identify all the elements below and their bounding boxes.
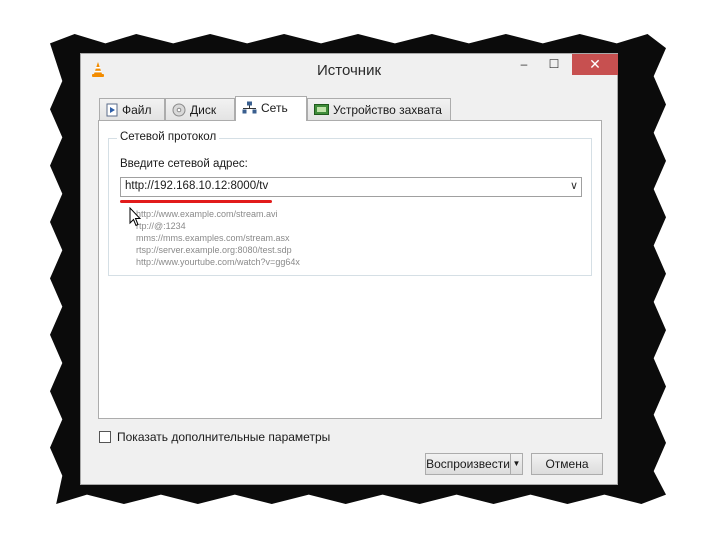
network-icon [242,101,257,114]
example-line: http://www.example.com/stream.avi [136,209,278,219]
tab-file-label: Файл [122,102,152,117]
cancel-button[interactable]: Отмена [531,453,603,475]
tab-disc-label: Диск [190,102,217,117]
tab-file[interactable]: Файл [99,98,165,120]
tab-capture-device[interactable]: Устройство захвата [307,98,451,120]
show-more-checkbox[interactable] [99,431,111,443]
mouse-pointer-icon [129,207,141,227]
tab-capture-device-label: Устройство захвата [333,102,442,117]
disc-icon [172,103,186,117]
network-address-value: http://192.168.10.12:8000/tv [125,180,269,192]
play-button[interactable]: Воспроизвести [425,453,511,475]
capture-device-icon [314,104,329,116]
group-title: Сетевой протокол [117,131,220,143]
show-more-label[interactable]: Показать дополнительные параметры [117,430,330,444]
tab-disc[interactable]: Диск [165,98,235,120]
network-panel: Сетевой протокол Введите сетевой адрес: … [98,120,602,419]
example-line: http://www.yourtube.com/watch?v=gg64x [136,257,300,267]
minimize-button[interactable]: – [511,54,537,75]
maximize-button[interactable]: ☐ [541,54,567,75]
example-line: rtp://@:1234 [136,221,186,231]
close-button[interactable]: ✕ [572,54,618,75]
network-protocol-group: Сетевой протокол Введите сетевой адрес: … [108,131,592,276]
tab-network-label: Сеть [261,100,288,115]
tab-network[interactable]: Сеть [235,96,307,121]
highlight-underline [120,200,272,203]
file-icon [106,103,118,117]
network-address-combobox[interactable]: http://192.168.10.12:8000/tv ∨ [120,177,582,197]
address-examples: http://www.example.com/stream.avi rtp://… [136,208,300,268]
open-media-dialog: Источник – ☐ ✕ Файл Диск Сеть Устройство… [80,53,618,485]
example-line: rtsp://server.example.org:8080/test.sdp [136,245,292,255]
example-line: mms://mms.examples.com/stream.asx [136,233,290,243]
address-label: Введите сетевой адрес: [120,158,248,170]
chevron-down-icon[interactable]: ∨ [570,179,578,192]
play-dropdown-button[interactable]: ▼ [510,453,523,475]
title-bar: Источник – ☐ ✕ [81,54,618,86]
